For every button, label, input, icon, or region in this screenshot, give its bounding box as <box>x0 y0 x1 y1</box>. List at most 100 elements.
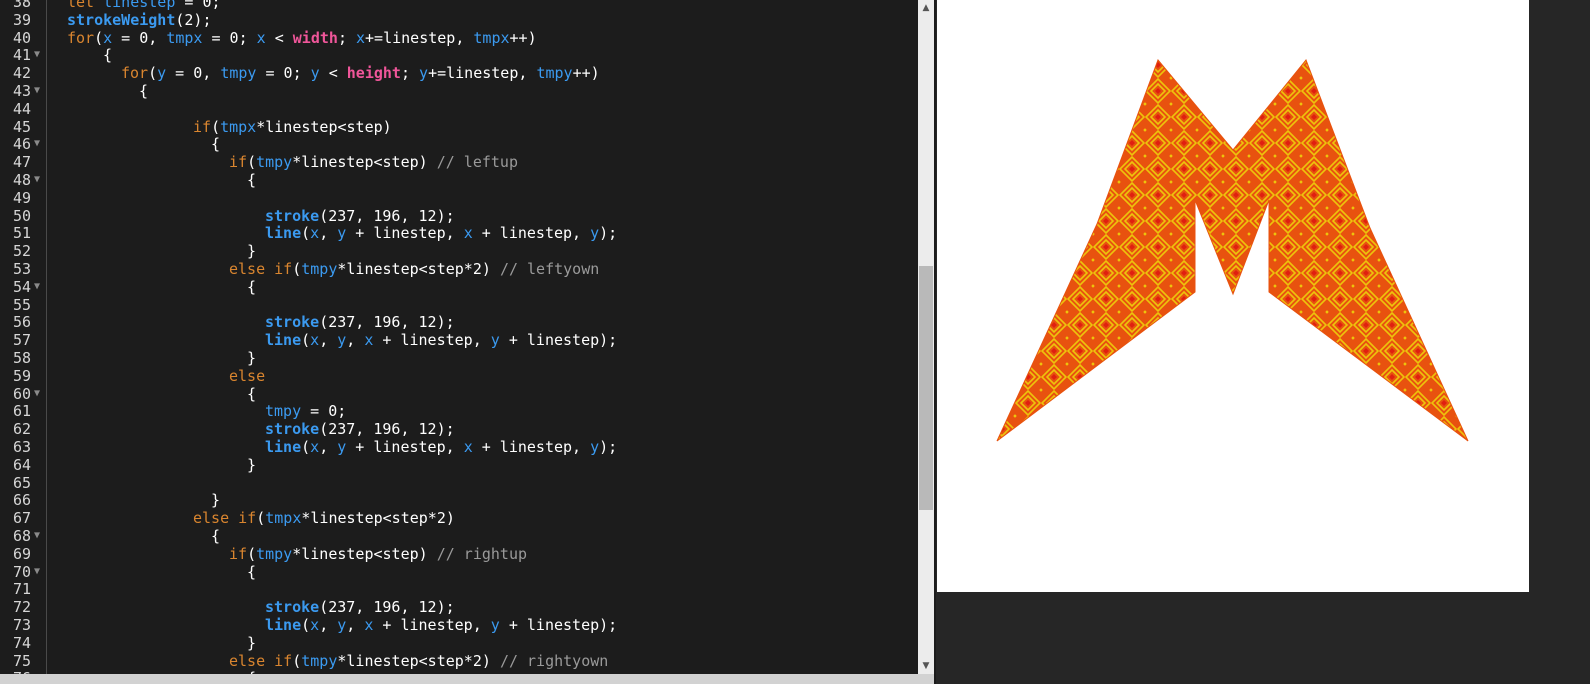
code-token: + linestep, <box>373 616 491 634</box>
code-token: ( <box>247 153 257 172</box>
code-text: } <box>247 456 256 474</box>
code-token: ); <box>599 438 618 456</box>
fold-arrow-icon[interactable]: ▼ <box>34 527 44 545</box>
code-token: < <box>265 28 293 47</box>
line-number: 51 <box>12 224 31 243</box>
code-line[interactable]: 72 stroke(237, 196, 12); <box>0 598 920 616</box>
code-line[interactable]: 40 for(x = 0, tmpx = 0; x < width; x+=lin… <box>0 29 920 47</box>
fold-arrow-icon[interactable]: ▼ <box>34 46 44 64</box>
code-line[interactable]: 66} <box>0 491 920 509</box>
code-line[interactable]: 69 if(tmpy*linestep<step) // rightup <box>0 545 920 563</box>
fold-arrow-icon[interactable]: ▼ <box>34 563 44 581</box>
code-text: let linestep = 0; <box>67 0 221 11</box>
code-line[interactable]: 67 else if(tmpx*linestep<step*2) <box>0 509 920 527</box>
fold-arrow-icon[interactable]: ▼ <box>34 135 44 153</box>
code-line[interactable]: 54 ▼ { <box>0 278 920 296</box>
code-token: x <box>310 616 320 634</box>
fold-arrow-icon[interactable]: ▼ <box>34 82 44 100</box>
line-number: 66 <box>12 491 31 510</box>
code-line[interactable]: 63 line(x, y + linestep, x + linestep, y)… <box>0 438 920 456</box>
code-token: stroke <box>265 598 320 617</box>
code-token: ( <box>247 544 257 563</box>
code-line[interactable]: 71 <box>0 580 920 598</box>
code-line[interactable]: 41 ▼ { <box>0 46 920 64</box>
code-line[interactable]: 53 else if(tmpy*linestep<step*2) // lefty… <box>0 260 920 278</box>
code-line[interactable]: 62 stroke(237, 196, 12); <box>0 420 920 438</box>
code-line[interactable]: 73 line(x, y, x + linestep, y + linestep)… <box>0 616 920 634</box>
code-line[interactable]: 70 ▼ { <box>0 563 920 581</box>
code-line[interactable]: 58} <box>0 349 920 367</box>
code-line[interactable]: 60 ▼ { <box>0 385 920 403</box>
line-number: 74 <box>12 633 31 652</box>
code-token: , <box>319 331 338 350</box>
code-token: = 0, <box>166 64 221 83</box>
code-text: } <box>247 349 256 367</box>
code-line[interactable]: 56 stroke(237, 196, 12); <box>0 313 920 331</box>
line-number: 58 <box>12 349 31 367</box>
code-line[interactable]: 64} <box>0 456 920 474</box>
code-token: +=linestep, <box>428 64 537 83</box>
horizontal-scrollbar[interactable] <box>0 674 934 684</box>
code-token: height <box>346 64 401 83</box>
line-number: 72 <box>12 598 31 617</box>
line-number: 41 <box>12 46 31 65</box>
code-line[interactable]: 61 tmpy = 0; <box>0 402 920 420</box>
code-token: strokeWeight <box>67 10 176 29</box>
code-line[interactable]: 38 let linestep = 0; <box>0 0 920 11</box>
code-line[interactable]: 68 ▼ { <box>0 527 920 545</box>
code-token: ; <box>400 64 420 83</box>
code-token: x <box>310 224 320 243</box>
code-line[interactable]: 52} <box>0 242 920 260</box>
fold-arrow-icon[interactable]: ▼ <box>34 278 44 296</box>
code-line[interactable]: 45 if(tmpx*linestep<step) <box>0 118 920 136</box>
code-token: width <box>292 28 338 47</box>
line-number: 38 <box>12 0 31 11</box>
line-number: 40 <box>12 28 31 47</box>
code-token: tmpy <box>220 64 257 83</box>
code-line[interactable]: 48 ▼ { <box>0 171 920 189</box>
code-area[interactable]: 38 let linestep = 0; 39 strokeWeight(2); 40 f… <box>0 0 920 684</box>
code-line[interactable]: 50 stroke(237, 196, 12); <box>0 207 920 225</box>
fold-arrow-icon[interactable]: ▼ <box>34 171 44 189</box>
code-line[interactable]: 46 ▼ { <box>0 135 920 153</box>
code-line[interactable]: 57 line(x, y, x + linestep, y + linestep)… <box>0 331 920 349</box>
line-number: 57 <box>12 331 31 350</box>
code-editor[interactable]: 38 let linestep = 0; 39 strokeWeight(2); 40 f… <box>0 0 936 684</box>
code-line[interactable]: 51 line(x, y + linestep, x + linestep, y)… <box>0 224 920 242</box>
code-token: + linestep, <box>373 331 491 350</box>
code-token: { <box>211 527 221 545</box>
code-line[interactable]: 59 else <box>0 367 920 385</box>
scroll-up-icon[interactable]: ▲ <box>918 0 934 16</box>
code-line[interactable]: 42 for(y = 0, tmpy = 0; y < height; y+=li… <box>0 64 920 82</box>
line-number: 75 <box>12 651 31 670</box>
code-token: } <box>247 455 257 474</box>
code-line[interactable]: 44 <box>0 100 920 118</box>
code-text: line(x, y + linestep, x + linestep, y); <box>265 224 617 242</box>
fold-arrow-icon[interactable]: ▼ <box>34 385 44 403</box>
code-token: // leftyown <box>499 260 600 278</box>
code-text: stroke(237, 196, 12); <box>265 598 455 616</box>
code-line[interactable]: 49 <box>0 189 920 207</box>
code-token: ( <box>256 509 266 528</box>
code-line[interactable]: 43 ▼ { <box>0 82 920 100</box>
code-token: else if <box>229 260 293 278</box>
line-number: 62 <box>12 420 31 439</box>
code-token: tmpy <box>265 402 302 421</box>
code-token: ++) <box>572 64 600 83</box>
code-token: , <box>319 616 338 634</box>
code-text: stroke(237, 196, 12); <box>265 207 455 225</box>
code-line[interactable]: 65 <box>0 474 920 492</box>
code-line[interactable]: 47 if(tmpy*linestep<step) // leftup <box>0 153 920 171</box>
line-number: 39 <box>12 10 31 29</box>
line-number: 73 <box>12 616 31 634</box>
code-token: { <box>247 277 257 296</box>
vertical-scrollbar[interactable]: ▲ ▼ <box>918 0 934 674</box>
line-number: 45 <box>12 117 31 136</box>
code-line[interactable]: 74} <box>0 634 920 652</box>
scrollbar-thumb[interactable] <box>919 266 933 510</box>
code-line[interactable]: 39 strokeWeight(2); <box>0 11 920 29</box>
code-line[interactable]: 75 else if(tmpy*linestep<step*2) // right… <box>0 652 920 670</box>
code-token: y <box>337 438 347 456</box>
scroll-down-icon[interactable]: ▼ <box>918 658 934 674</box>
code-line[interactable]: 55 <box>0 296 920 314</box>
